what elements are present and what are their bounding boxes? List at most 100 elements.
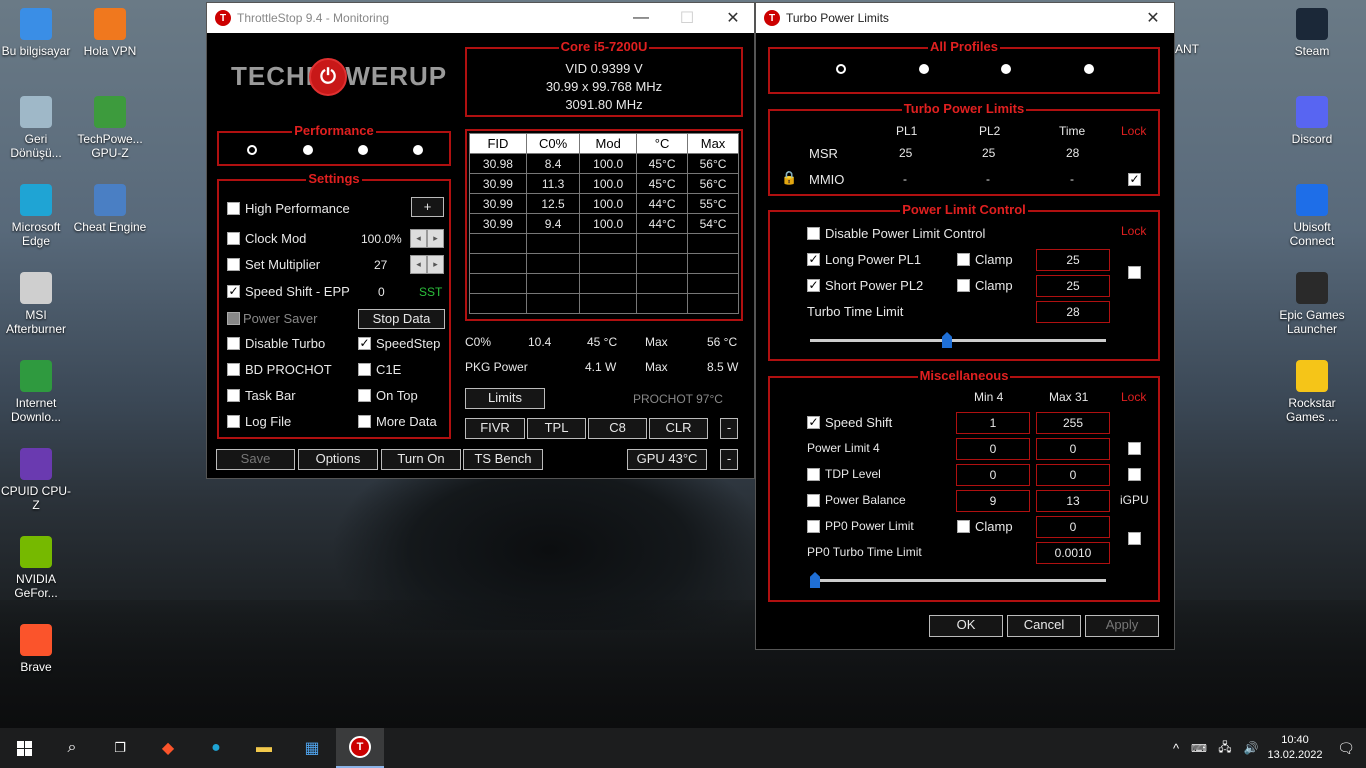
desktop-icon-brave[interactable]: Brave [0,624,74,674]
desktop-icon-gpu-z[interactable]: TechPowe... GPU-Z [72,96,148,160]
speed-shift-checkbox[interactable]: ✓ [227,285,240,298]
desktop-icon-ubisoft[interactable]: Ubisoft Connect [1274,184,1350,248]
log-file-checkbox[interactable] [227,415,240,428]
tdp-level-checkbox[interactable] [807,468,820,481]
spin-right-icon[interactable]: ▸ [427,229,444,248]
ts-bench-button[interactable]: TS Bench [463,449,543,470]
taskbar-edge[interactable]: ● [192,728,240,768]
taskbar-store[interactable]: ▦ [288,728,336,768]
tdp-field-b[interactable]: 0 [1036,464,1110,486]
all-profile-radio-2[interactable] [919,64,929,74]
turbo-time-slider-track[interactable] [810,339,1106,342]
ok-button[interactable]: OK [929,615,1003,637]
desktop-icon-afterburner[interactable]: MSI Afterburner [0,272,74,336]
c1e-checkbox[interactable] [358,363,371,376]
desktop-icon-rockstar[interactable]: Rockstar Games ... [1274,360,1350,424]
speed-shift-min-field[interactable]: 1 [956,412,1030,434]
bd-prochot-checkbox[interactable] [227,363,240,376]
turn-on-button[interactable]: Turn On [381,449,461,470]
pp0-time-slider-thumb[interactable] [810,572,820,588]
plc-lock-checkbox[interactable] [1128,266,1141,279]
turbo-time-slider-thumb[interactable] [942,332,952,348]
volume-icon[interactable]: 🔊 [1238,728,1264,768]
speed-shift-max-field[interactable]: 255 [1036,412,1110,434]
desktop-icon-epic[interactable]: Epic Games Launcher [1274,272,1350,336]
profile-radio-4[interactable] [413,145,423,155]
gpu-button[interactable]: GPU 43°C [627,449,707,470]
on-top-checkbox[interactable] [358,389,371,402]
maximize-button[interactable]: ☐ [664,3,710,33]
tdp-lock-checkbox[interactable] [1128,468,1141,481]
all-profile-radio-3[interactable] [1001,64,1011,74]
disable-plc-checkbox[interactable] [807,227,820,240]
speed-shift-misc-checkbox[interactable]: ✓ [807,416,820,429]
tdp-field-a[interactable]: 0 [956,464,1030,486]
pl1-clamp-checkbox[interactable] [957,253,970,266]
desktop-icon-edge[interactable]: Microsoft Edge [0,184,74,248]
pl2-clamp-checkbox[interactable] [957,279,970,292]
all-profile-radio-4[interactable] [1084,64,1094,74]
speedstep-checkbox[interactable]: ✓ [358,337,371,350]
collapse-button[interactable]: - [720,418,738,439]
fivr-button[interactable]: FIVR [465,418,525,439]
clock[interactable]: 10:40 13.02.2022 [1264,733,1326,763]
minimize-button[interactable]: — [618,3,664,33]
pl4-field-b[interactable]: 0 [1036,438,1110,460]
apply-button[interactable]: Apply [1085,615,1159,637]
high-performance-checkbox[interactable] [227,202,240,215]
short-power-pl2-checkbox[interactable]: ✓ [807,279,820,292]
mmio-lock-checkbox[interactable]: ✓ [1128,173,1141,186]
desktop-icon-computer[interactable]: Bu bilgisayar [0,8,74,58]
profile-radio-3[interactable] [358,145,368,155]
pl4-lock-checkbox[interactable] [1128,442,1141,455]
show-hidden-icons[interactable]: ^ [1166,728,1186,768]
desktop-icon-nvidia[interactable]: NVIDIA GeFor... [0,536,74,600]
tpl-close-button[interactable]: ✕ [1130,3,1176,33]
pp0-time-slider-track[interactable] [810,579,1106,582]
pp0-turbo-time-field[interactable]: 0.0010 [1036,542,1110,564]
taskbar-brave[interactable]: ◆ [144,728,192,768]
set-multiplier-checkbox[interactable] [227,258,240,271]
pl4-field-a[interactable]: 0 [956,438,1030,460]
pp0-clamp-checkbox[interactable] [957,520,970,533]
clock-mod-spinner[interactable]: ◂ ▸ [410,229,444,248]
limits-button[interactable]: Limits [465,388,545,409]
more-data-checkbox[interactable] [358,415,371,428]
taskbar-throttlestop[interactable]: T [336,728,384,768]
options-button[interactable]: Options [298,449,378,470]
turbo-time-field[interactable]: 28 [1036,301,1110,323]
profile-radio-1[interactable] [247,145,257,155]
search-button[interactable]: ⌕ [48,728,96,768]
start-button[interactable] [0,728,48,768]
desktop-icon-idm[interactable]: Internet Downlo... [0,360,74,424]
network-icon[interactable]: 🖧 [1212,728,1238,768]
disable-turbo-checkbox[interactable] [227,337,240,350]
desktop-icon-recycle-bin[interactable]: Geri Dönüşü... [0,96,74,160]
desktop-icon-steam[interactable]: Steam [1274,8,1350,58]
power-balance-field-b[interactable]: 13 [1036,490,1110,512]
notifications-icon[interactable]: 🗨 [1326,728,1366,768]
all-profile-radio-1[interactable] [836,64,846,74]
pl1-value-field[interactable]: 25 [1036,249,1110,271]
desktop-icon-cpu-z[interactable]: CPUID CPU-Z [0,448,74,512]
tpl-titlebar[interactable]: T Turbo Power Limits ✕ [756,3,1174,33]
pp0-lock-checkbox[interactable] [1128,532,1141,545]
collapse-button-2[interactable]: - [720,449,738,470]
pp0-power-limit-checkbox[interactable] [807,520,820,533]
save-button[interactable]: Save [216,449,295,470]
stop-data-button[interactable]: Stop Data [358,309,445,329]
spin-left-icon[interactable]: ◂ [410,255,427,274]
language-icon[interactable]: ⌨ [1186,728,1212,768]
pl2-value-field[interactable]: 25 [1036,275,1110,297]
desktop-icon-cheat-engine[interactable]: Cheat Engine [72,184,148,234]
close-button[interactable]: ✕ [710,3,756,33]
cancel-button[interactable]: Cancel [1007,615,1081,637]
task-view-button[interactable]: ❐ [96,728,144,768]
clr-button[interactable]: CLR [649,418,708,439]
desktop-icon-flame[interactable]: Hola VPN [72,8,148,58]
profile-radio-2[interactable] [303,145,313,155]
pp0-value-field[interactable]: 0 [1036,516,1110,538]
task-bar-checkbox[interactable] [227,389,240,402]
power-balance-field-a[interactable]: 9 [956,490,1030,512]
c8-button[interactable]: C8 [588,418,647,439]
